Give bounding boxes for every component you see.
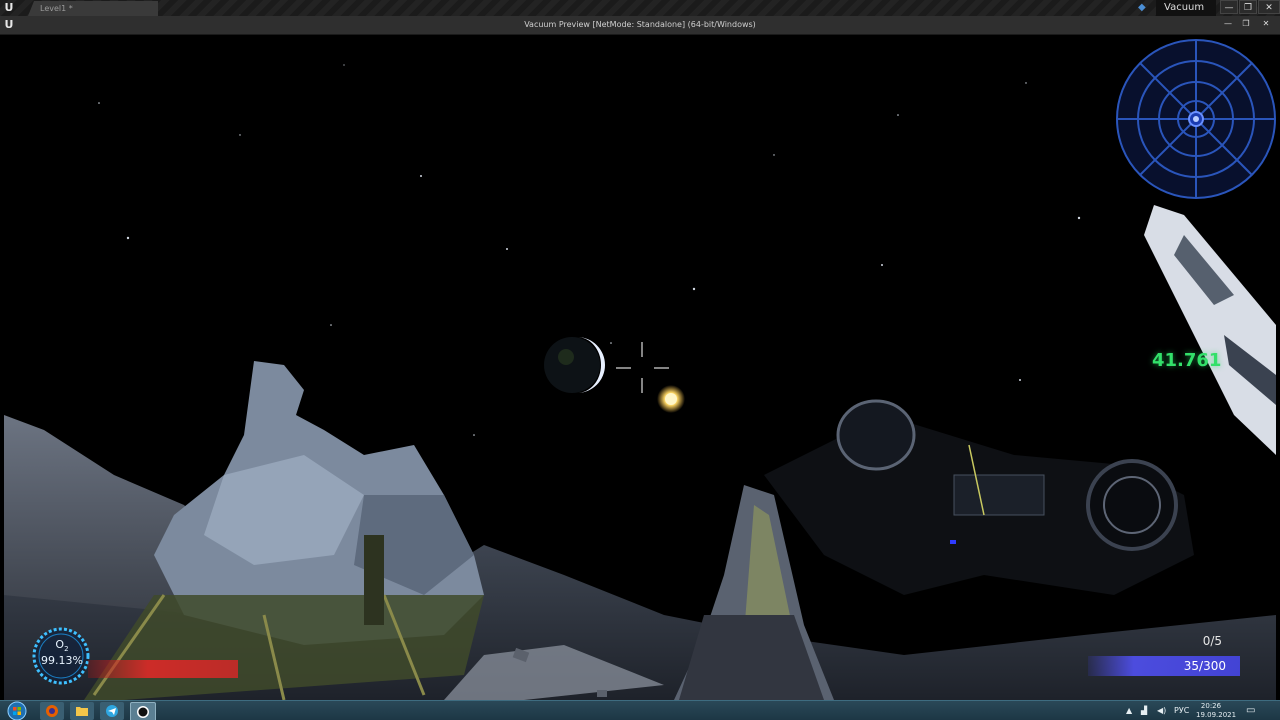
editor-maximize-button[interactable]: ❐ xyxy=(1239,0,1257,14)
ammo-counter: 35/300 xyxy=(1183,659,1226,673)
preview-title-bar: U Vacuum Preview [NetMode: Standalone] (… xyxy=(0,16,1280,35)
clock-time: 20:26 xyxy=(1200,702,1222,710)
project-icon: ◆ xyxy=(1138,2,1146,13)
preview-maximize-button[interactable]: ❐ xyxy=(1238,18,1254,30)
tray-arrow-icon[interactable]: ▲ xyxy=(1126,703,1132,719)
network-icon[interactable]: ▟ xyxy=(1141,703,1147,719)
game-viewport[interactable] xyxy=(4,35,1276,700)
folder-icon[interactable] xyxy=(70,702,94,720)
notifications-icon[interactable]: ▭ xyxy=(1246,703,1255,719)
telegram-icon[interactable] xyxy=(100,702,124,720)
preview-close-button[interactable]: ✕ xyxy=(1258,18,1274,30)
timer-readout: 41.761 xyxy=(1152,350,1222,371)
language-indicator[interactable]: РУС xyxy=(1174,703,1189,719)
start-button[interactable] xyxy=(6,701,28,720)
crosshair xyxy=(616,342,669,393)
scene xyxy=(4,64,1276,700)
earth xyxy=(544,337,605,393)
window-title: Vacuum Preview [NetMode: Standalone] (64… xyxy=(524,20,756,29)
firefox-icon[interactable] xyxy=(40,702,64,720)
rifle xyxy=(764,399,1194,595)
oxygen-value: 99.13% xyxy=(41,654,83,667)
radar xyxy=(1116,39,1276,199)
oxygen-label: O2 xyxy=(55,638,69,654)
project-label: Vacuum xyxy=(1156,0,1216,16)
health-bar xyxy=(88,660,238,678)
items-counter: 0/5 xyxy=(1202,634,1222,648)
volume-icon[interactable]: ◀) xyxy=(1157,703,1166,719)
unreal-icon[interactable] xyxy=(130,702,156,720)
unreal-logo-icon: U xyxy=(4,1,14,14)
clock-date: 19.09.2021 xyxy=(1196,711,1237,719)
preview-minimize-button[interactable]: — xyxy=(1220,18,1236,30)
system-clock[interactable]: 20:26 19.09.2021 xyxy=(1196,702,1237,720)
editor-minimize-button[interactable]: — xyxy=(1220,0,1238,14)
editor-close-button[interactable]: ✕ xyxy=(1258,0,1280,14)
space-structure xyxy=(1144,205,1276,455)
tab-level1[interactable]: Level1 * xyxy=(28,1,158,16)
editor-tab-bar: U Level1 * ◆ Vacuum — ❐ ✕ xyxy=(0,0,1280,16)
windows-taskbar: ▲ ▟ ◀) РУС 20:26 19.09.2021 ▭ xyxy=(0,700,1280,720)
screen: U Level1 * ◆ Vacuum — ❐ ✕ U Vacuum Previ… xyxy=(0,0,1280,720)
